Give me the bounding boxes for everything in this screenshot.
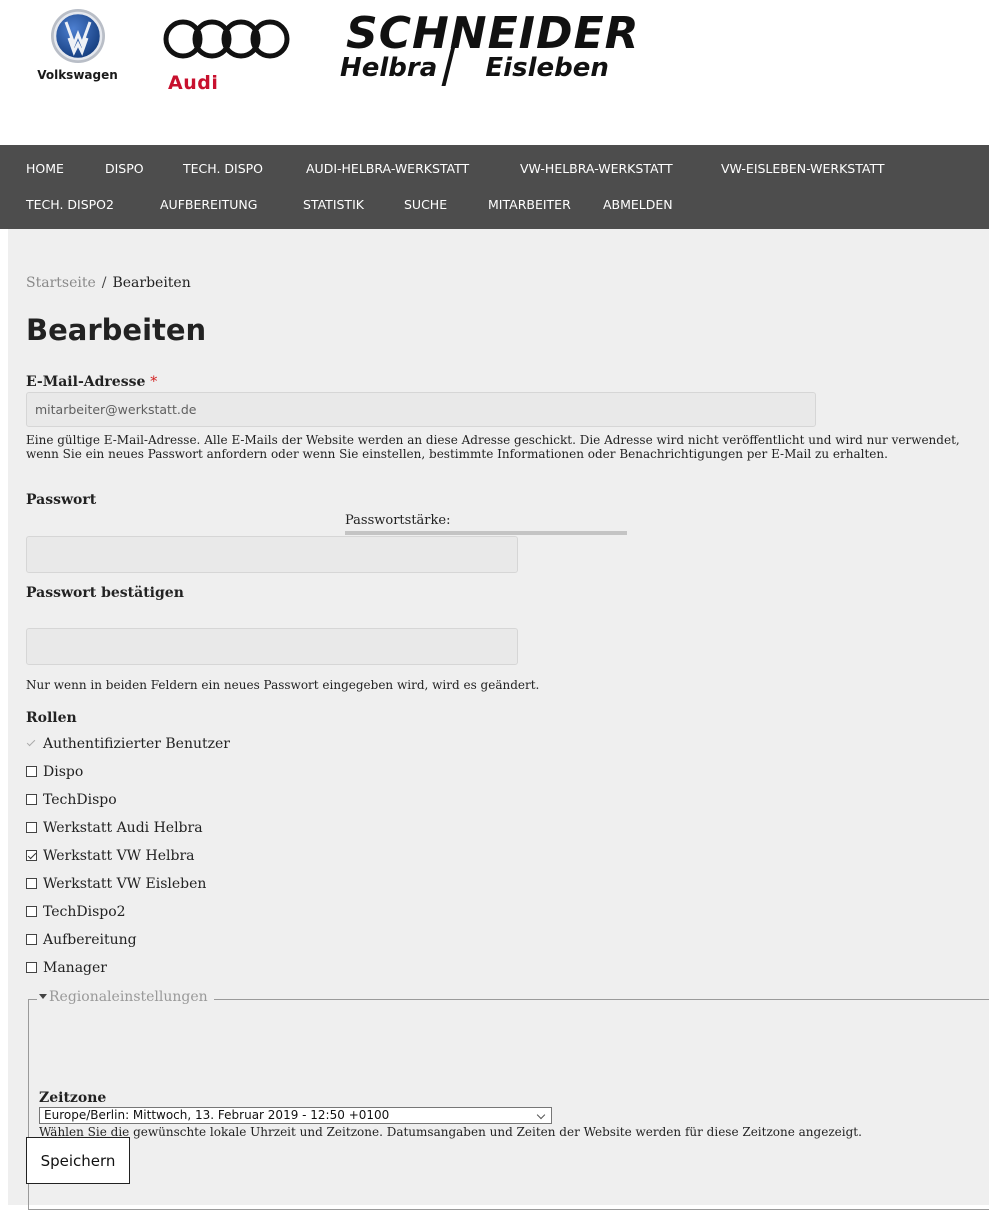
email-label-text: E-Mail-Adresse [26,374,146,390]
schneider-wordmark: SCHNEIDER [346,8,640,59]
nav-item-mitarbeiter[interactable]: MITARBEITER [488,187,571,229]
nav-item-tech-dispo[interactable]: TECH. DISPO [183,145,263,187]
role-label[interactable]: TechDispo2 [43,904,126,920]
email-description: Eine gültige E-Mail-Adresse. Alle E-Mail… [26,433,960,461]
role-techdispo2[interactable]: TechDispo2 [26,904,126,926]
volkswagen-wordmark: Volkswagen [37,68,118,82]
nav-row-1: HOME DISPO TECH. DISPO AUDI-HELBRA-WERKS… [0,145,989,187]
role-label[interactable]: Dispo [43,764,83,780]
role-label[interactable]: Werkstatt VW Helbra [43,848,195,864]
role-label[interactable]: Werkstatt Audi Helbra [43,820,203,836]
regional-settings-fieldset: Regionaleinstellungen Zeitzone Europe/Be… [28,989,989,1210]
timezone-label: Zeitzone [39,1090,107,1106]
password-strength-bar [345,531,627,535]
role-authentifizierter-benutzer: Authentifizierter Benutzer [26,736,230,758]
caret-down-icon [39,994,47,999]
main-navigation: HOME DISPO TECH. DISPO AUDI-HELBRA-WERKS… [0,145,989,229]
role-checkbox-werkstatt-vw-helbra[interactable] [26,850,37,861]
nav-item-vw-helbra-werkstatt[interactable]: VW-HELBRA-WERKSTATT [520,145,673,187]
role-manager[interactable]: Manager [26,960,107,982]
audi-logo[interactable]: Audi [160,16,300,100]
role-checkbox-dispo[interactable] [26,766,37,777]
role-werkstatt-audi-helbra[interactable]: Werkstatt Audi Helbra [26,820,203,842]
nav-item-aufbereitung[interactable]: AUFBEREITUNG [160,187,257,229]
role-werkstatt-vw-eisleben[interactable]: Werkstatt VW Eisleben [26,876,206,898]
role-checkbox-techdispo2[interactable] [26,906,37,917]
role-checkbox-techdispo[interactable] [26,794,37,805]
timezone-select[interactable]: Europe/Berlin: Mittwoch, 13. Februar 201… [39,1107,552,1124]
role-checkbox-werkstatt-vw-eisleben[interactable] [26,878,37,889]
schneider-location-right: Eisleben [485,53,609,83]
role-dispo[interactable]: Dispo [26,764,83,786]
chevron-down-icon[interactable] [536,1110,546,1120]
audi-rings-icon [163,19,290,59]
role-checkbox-manager[interactable] [26,962,37,973]
role-label[interactable]: Werkstatt VW Eisleben [43,876,206,892]
nav-item-audi-helbra-werkstatt[interactable]: AUDI-HELBRA-WERKSTATT [306,145,469,187]
email-label: E-Mail-Adresse * [26,374,157,390]
role-werkstatt-vw-helbra[interactable]: Werkstatt VW Helbra [26,848,195,870]
password-confirm-input[interactable] [26,628,518,665]
schneider-location-left: Helbra [340,53,438,83]
breadcrumb-home-link[interactable]: Startseite [26,275,96,291]
roles-label: Rollen [26,710,77,726]
schneider-logo[interactable]: SCHNEIDER Helbra Eisleben [340,12,670,102]
regional-settings-toggle[interactable]: Regionaleinstellungen [37,989,214,1005]
timezone-description: Wählen Sie die gewünschte lokale Uhrzeit… [39,1125,862,1139]
regional-settings-legend[interactable]: Regionaleinstellungen [49,989,208,1005]
vw-emblem-icon [50,9,105,63]
header-logo-bar: Volkswagen Audi SCHNEIDER Helbra Eislebe… [0,0,989,128]
nav-item-statistik[interactable]: STATISTIK [303,187,364,229]
nav-item-vw-eisleben-werkstatt[interactable]: VW-EISLEBEN-WERKSTATT [721,145,885,187]
role-checkbox-aufbereitung[interactable] [26,934,37,945]
password-confirm-label: Passwort bestätigen [26,585,184,601]
role-checkbox-authentifizierter-benutzer [26,738,37,749]
nav-item-dispo[interactable]: DISPO [105,145,144,187]
breadcrumb-current: Bearbeiten [112,275,191,291]
nav-item-tech-dispo2[interactable]: TECH. DISPO2 [26,187,114,229]
volkswagen-logo[interactable]: Volkswagen [30,8,125,100]
role-label[interactable]: Manager [43,960,107,976]
save-button[interactable]: Speichern [26,1137,130,1184]
page-title: Bearbeiten [26,313,207,347]
password-description: Nur wenn in beiden Feldern ein neues Pas… [26,678,540,692]
role-label[interactable]: TechDispo [43,792,117,808]
password-label: Passwort [26,492,97,508]
role-techdispo[interactable]: TechDispo [26,792,117,814]
role-checkbox-werkstatt-audi-helbra[interactable] [26,822,37,833]
timezone-selected-value[interactable]: Europe/Berlin: Mittwoch, 13. Februar 201… [44,1108,389,1122]
breadcrumb-separator: / [101,275,107,291]
nav-item-suche[interactable]: SUCHE [404,187,447,229]
role-label: Authentifizierter Benutzer [43,736,230,752]
nav-row-2: TECH. DISPO2 AUFBEREITUNG STATISTIK SUCH… [0,187,989,229]
nav-item-home[interactable]: HOME [26,145,64,187]
required-marker: * [150,374,158,390]
email-input[interactable] [26,392,816,427]
audi-wordmark: Audi [168,72,219,94]
breadcrumb: Startseite / Bearbeiten [26,275,191,291]
nav-item-abmelden[interactable]: ABMELDEN [603,187,673,229]
main-content: Startseite / Bearbeiten Bearbeiten E-Mail-… [8,229,989,1210]
role-aufbereitung[interactable]: Aufbereitung [26,932,137,954]
password-strength-label: Passwortstärke: [345,513,451,528]
role-label[interactable]: Aufbereitung [43,932,137,948]
password-input[interactable] [26,536,518,573]
